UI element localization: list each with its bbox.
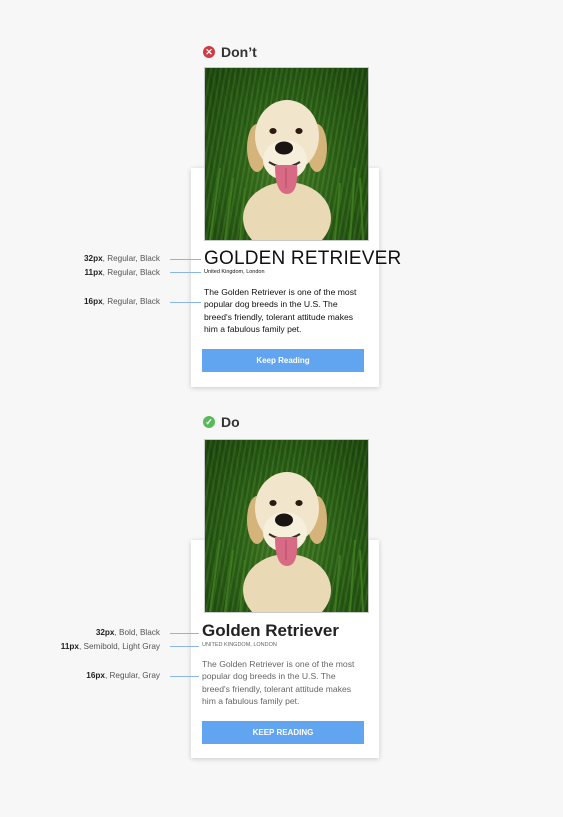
annotation-desc: , Regular, Black [102, 254, 160, 263]
dog-illustration [209, 100, 364, 240]
card-title: Golden Retriever [202, 621, 339, 640]
annotation-body-size: 16px, Regular, Gray [86, 671, 160, 680]
keep-reading-button[interactable]: KEEP READING [202, 721, 364, 744]
annotation-desc: , Regular, Gray [104, 671, 160, 680]
annotation-line [170, 272, 201, 273]
dog-illustration [209, 472, 364, 612]
annotation-desc: , Regular, Black [102, 297, 160, 306]
annotation-size: 16px [83, 297, 103, 306]
dont-heading-label: Don’t [221, 44, 257, 60]
card-body: The Golden Retriever is one of the most … [202, 659, 355, 706]
annotation-size: 11px [60, 642, 79, 651]
annotation-subtitle-size: 11px, Regular, Black [84, 268, 160, 277]
annotation-desc: , Semibold, Light Gray [78, 642, 160, 651]
do-heading-label: Do [221, 414, 240, 430]
card-body: The Golden Retriever is one of the most … [204, 287, 357, 334]
keep-reading-button[interactable]: Keep Reading [202, 349, 364, 372]
annotation-line [170, 302, 201, 303]
annotation-size: 11px [84, 268, 103, 277]
annotation-title-size: 32px, Bold, Black [96, 628, 160, 637]
card-title: GOLDEN RETRIEVER [204, 248, 402, 269]
annotation-size: 16px [86, 671, 105, 680]
card-subtitle: UNITED KINGDOM, LONDON [202, 642, 277, 648]
annotation-line [170, 259, 201, 260]
annotation-line [170, 633, 199, 634]
annotation-subtitle-size: 11px, Semibold, Light Gray [61, 642, 160, 651]
dog-photo [204, 67, 369, 241]
annotation-size: 32px [83, 254, 103, 263]
annotation-line [170, 676, 199, 677]
annotation-title-size: 32px, Regular, Black [84, 254, 160, 263]
annotation-desc: , Regular, Black [102, 268, 160, 277]
annotation-body-size: 16px, Regular, Black [84, 297, 160, 306]
check-circle-icon: ✓ [203, 416, 215, 428]
dont-heading: ✕ Don’t [203, 44, 257, 60]
x-circle-icon: ✕ [203, 46, 215, 58]
annotation-size: 32px [95, 628, 115, 637]
annotation-desc: , Bold, Black [114, 628, 160, 637]
dog-photo [204, 439, 369, 613]
card-subtitle: United Kingdom, London [204, 269, 265, 275]
do-heading: ✓ Do [203, 414, 240, 430]
annotation-line [170, 646, 199, 647]
